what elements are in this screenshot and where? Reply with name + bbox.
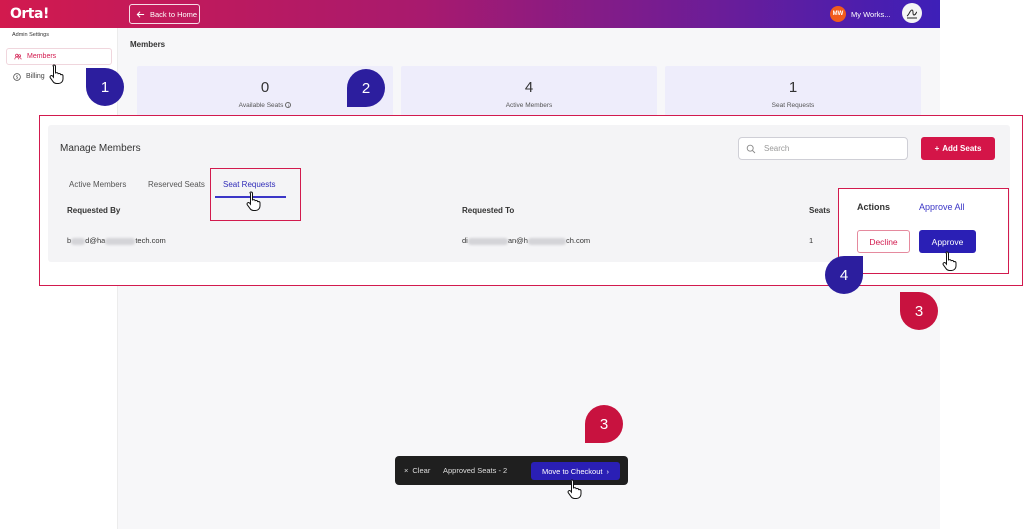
tab-reserved-seats[interactable]: Reserved Seats	[148, 180, 205, 189]
chevron-right-icon: ›	[606, 466, 609, 476]
search-placeholder: Search	[764, 144, 790, 153]
svg-text:$: $	[16, 74, 19, 80]
requested-by-email: b d@ha tech.com	[67, 236, 166, 245]
stat-label-text: Available Seats	[238, 102, 284, 109]
redacted-text	[71, 237, 86, 245]
callout-pin-1: 1	[86, 68, 124, 106]
stat-value: 4	[524, 79, 534, 96]
manage-members-title: Manage Members	[60, 143, 141, 154]
stat-seat-requests: 1 Seat Requests	[665, 66, 921, 118]
arrow-left-icon	[136, 10, 145, 18]
email-part: an@h	[507, 236, 528, 245]
top-bar: Orta! Back to Home MW My Works...	[0, 0, 940, 28]
approved-seats-count: Approved Seats - 2	[443, 466, 508, 475]
dollar-icon: $	[13, 72, 21, 81]
redacted-text	[527, 237, 566, 245]
add-seats-label: Add Seats	[942, 144, 982, 153]
clear-label: Clear	[412, 466, 431, 475]
admin-settings-label: Admin Settings	[12, 32, 49, 38]
pointer-hand-icon	[245, 190, 263, 212]
clear-button[interactable]: × Clear	[404, 466, 430, 475]
tab-active-members[interactable]: Active Members	[69, 180, 126, 189]
plus-icon: +	[934, 144, 940, 153]
info-icon[interactable]: i	[285, 102, 292, 109]
email-part: d@ha	[85, 236, 106, 245]
page-title: Members	[130, 40, 166, 49]
workspace-avatar: MW	[830, 6, 846, 22]
pointer-hand-icon	[941, 250, 959, 272]
column-header-requested-to: Requested To	[462, 206, 515, 215]
workspace-name: My Works...	[851, 9, 891, 19]
callout-pin-2: 2	[347, 69, 385, 107]
decline-button[interactable]: Decline	[857, 230, 910, 253]
stat-label: Seat Requests	[771, 102, 815, 109]
stat-label: Active Members	[505, 102, 553, 109]
sidebar-item-label: Billing	[26, 73, 45, 80]
requested-to-email: di an@h ch.com	[462, 236, 590, 245]
add-seats-button[interactable]: + Add Seats	[921, 137, 995, 160]
people-icon	[14, 53, 22, 59]
checkout-label: Move to Checkout	[542, 466, 603, 476]
back-to-home-button[interactable]: Back to Home	[129, 4, 200, 24]
back-to-home-label: Back to Home	[150, 9, 198, 19]
column-header-requested-by: Requested By	[67, 206, 121, 215]
tab-seat-requests[interactable]: Seat Requests	[223, 180, 275, 189]
search-input[interactable]: Search	[738, 137, 908, 160]
email-part: ch.com	[565, 236, 591, 245]
column-header-seats: Seats	[809, 206, 831, 215]
seats-value: 1	[809, 236, 814, 245]
checkout-bar: × Clear Approved Seats - 2 Move to Check…	[395, 456, 628, 485]
orta-logo[interactable]: Orta!	[10, 6, 49, 22]
approve-all-link[interactable]: Approve All	[919, 202, 965, 212]
workspace-switcher[interactable]: MW My Works...	[830, 6, 890, 22]
stat-active-members: 4 Active Members	[401, 66, 657, 118]
signature-icon	[906, 9, 918, 19]
email-part: di	[462, 236, 468, 245]
close-icon: ×	[404, 466, 409, 475]
search-icon	[746, 144, 756, 153]
stat-value: 1	[788, 79, 798, 96]
callout-pin-3-bottom: 3	[585, 405, 623, 443]
pointer-hand-icon	[566, 478, 584, 500]
callout-pin-4: 4	[825, 256, 863, 294]
email-part: tech.com	[135, 236, 166, 245]
callout-pin-3-right: 3	[900, 292, 938, 330]
user-avatar[interactable]	[902, 3, 922, 23]
sidebar-item-label: Members	[27, 53, 57, 60]
column-header-actions: Actions	[857, 202, 891, 212]
redacted-text	[105, 237, 136, 245]
pointer-hand-icon	[48, 63, 66, 85]
redacted-text	[467, 237, 508, 245]
